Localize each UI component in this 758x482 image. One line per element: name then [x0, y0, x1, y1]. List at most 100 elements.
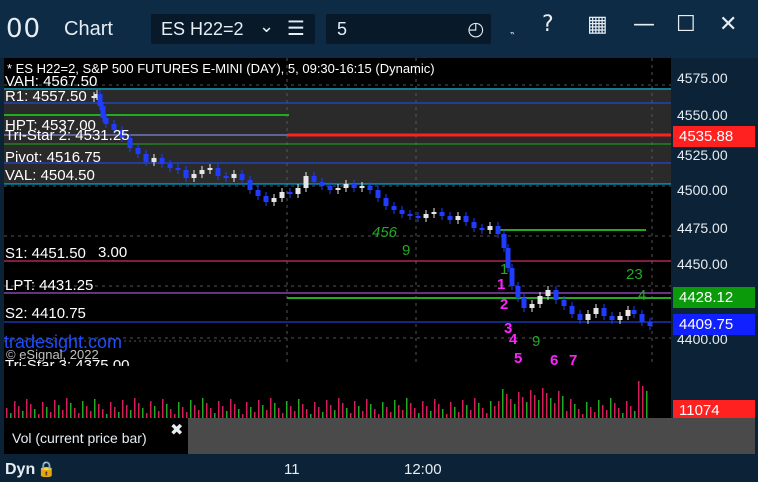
candle-body [447, 216, 453, 220]
candle-body [569, 306, 575, 314]
volume-bar [490, 401, 492, 418]
minimize-icon[interactable]: — [633, 12, 655, 37]
interval-input[interactable]: 5 ◴ [326, 14, 491, 44]
level-label-lpt: LPT: 4431.25 [5, 277, 94, 294]
wave-label: 4 [638, 287, 647, 304]
candle-body [463, 216, 469, 222]
volume-bar [62, 410, 64, 418]
volume-bar [558, 391, 560, 418]
volume-bar [494, 406, 496, 418]
volume-bar [102, 409, 104, 418]
candle-body [91, 96, 97, 98]
candle-body [287, 192, 293, 194]
volume-bar [522, 397, 524, 418]
volume-pane[interactable] [4, 366, 671, 418]
volume-bar [638, 381, 640, 418]
volume-bar [86, 406, 88, 418]
volume-bar [430, 411, 432, 418]
wave-label: 4 [509, 331, 518, 348]
volume-bar [278, 408, 280, 418]
volume-bar [210, 408, 212, 418]
price-axis[interactable]: 4575.00 4550.00 4525.00 4500.00 4475.00 … [671, 58, 755, 421]
volume-bar [590, 407, 592, 418]
clock-icon[interactable]: ◴ [467, 18, 484, 41]
volume-bar [194, 405, 196, 418]
volume-bar [122, 400, 124, 418]
candle-body [631, 310, 637, 314]
volume-badge-value: 11074 [679, 402, 720, 419]
candle-body [439, 212, 445, 216]
level-label-pivot: Pivot: 4516.75 [5, 149, 101, 166]
volume-bar [298, 399, 300, 418]
volume-bar [126, 405, 128, 418]
volume-bar [514, 404, 516, 418]
lock-icon[interactable]: 🔒 [37, 461, 56, 478]
close-icon[interactable]: ✕ [719, 12, 737, 37]
volume-bar [162, 399, 164, 418]
candle-body [639, 314, 645, 322]
candle-body [319, 182, 325, 186]
volume-bar [6, 408, 8, 418]
volume-bar [74, 408, 76, 418]
candle-body [207, 168, 213, 170]
volume-bar [326, 400, 328, 418]
wave-label: 5 [514, 350, 523, 366]
wave-label: 23 [626, 266, 643, 283]
empty-pane-strip [188, 418, 755, 454]
volume-bar [246, 402, 248, 418]
candle-body [100, 106, 106, 118]
volume-bar [578, 409, 580, 418]
candle-body [255, 190, 261, 196]
maximize-icon[interactable]: ☐ [676, 12, 696, 37]
volume-bar [314, 402, 316, 418]
volume-bar [334, 410, 336, 418]
volume-bar [434, 399, 436, 418]
list-menu-icon[interactable]: ☰ [287, 16, 305, 41]
level-label-val: VAL: 4504.50 [5, 167, 95, 184]
symbol-input[interactable]: ES H22=2 ⌄ ☰ [151, 14, 315, 44]
candle-body [239, 174, 245, 180]
volume-bar [266, 410, 268, 418]
candle-body [407, 214, 413, 216]
close-icon[interactable]: ✖ [170, 420, 183, 440]
price-tick: 4525.00 [677, 147, 728, 163]
chevron-down-icon[interactable]: ⌄ [259, 16, 274, 37]
candle-body [191, 174, 197, 178]
volume-bar [234, 404, 236, 418]
volume-bar [630, 406, 632, 418]
volume-bar [342, 403, 344, 418]
candle-body [311, 176, 317, 182]
volume-bar [338, 398, 340, 418]
volume-bar [130, 410, 132, 418]
candle-body [431, 212, 437, 214]
volume-bar [70, 403, 72, 418]
candle-body [455, 216, 461, 220]
volume-bar [614, 403, 616, 418]
time-label: 11 [284, 461, 300, 478]
volume-bar [150, 401, 152, 418]
volume-bar [354, 401, 356, 418]
volume-bar [478, 403, 480, 418]
help-icon[interactable]: ? [542, 12, 554, 37]
volume-bar [110, 402, 112, 418]
price-chart[interactable]: * ES H22=2, S&P 500 FUTURES E-MINI (DAY)… [4, 58, 671, 366]
wave-label: 1 [500, 261, 509, 278]
app-icon[interactable]: 00 [6, 14, 41, 44]
time-axis[interactable]: Dyn 🔒 11 12:00 [0, 454, 758, 482]
candle-body [335, 188, 341, 190]
price-tick: 4500.00 [677, 182, 728, 198]
wave-label: 9 [532, 333, 541, 350]
dyn-mode-button[interactable]: Dyn 🔒 [5, 460, 56, 479]
volume-bar [442, 409, 444, 418]
candle-body [423, 214, 429, 218]
volume-bar [142, 408, 144, 418]
candle-body [359, 186, 365, 188]
chart-canvas[interactable] [4, 58, 671, 366]
volume-legend[interactable]: Vol (current price bar) ✖ [4, 418, 188, 454]
candle-body [279, 192, 285, 198]
volume-bar [502, 389, 504, 418]
template-icon[interactable]: ▦ [587, 12, 608, 37]
candle-body [601, 308, 607, 316]
volume-bar [574, 404, 576, 418]
candle-body [509, 268, 515, 286]
